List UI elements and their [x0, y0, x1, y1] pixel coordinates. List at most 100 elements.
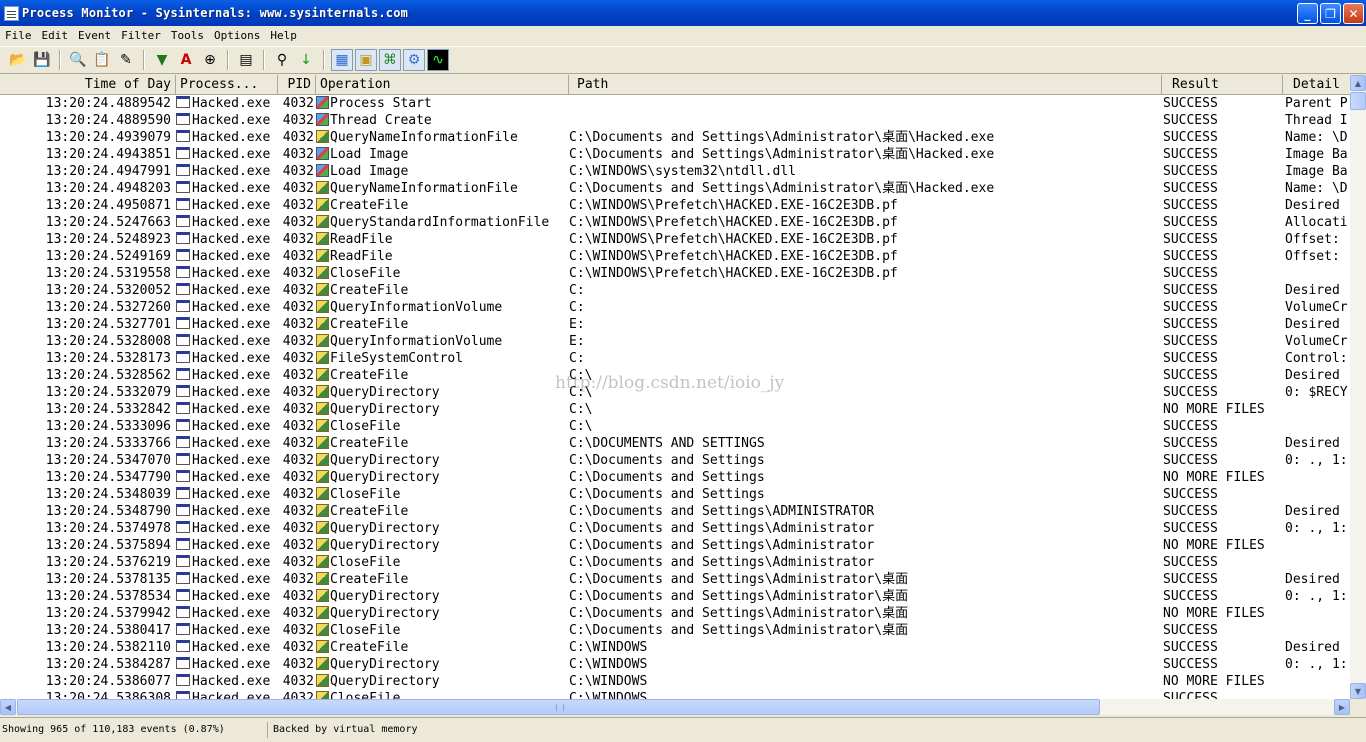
cell-detail — [1285, 418, 1350, 435]
table-row[interactable]: 13:20:24.5380417 Hacked.exe 4032 CloseFile C… — [0, 622, 1350, 639]
menu-edit[interactable]: Edit — [37, 26, 74, 46]
cell-result: NO MORE FILES — [1163, 674, 1265, 689]
title-bar[interactable]: Process Monitor - Sysinternals: www.sysi… — [0, 0, 1366, 26]
table-row[interactable]: 13:20:24.5386077 Hacked.exe 4032 QueryDirec… — [0, 673, 1350, 690]
cell-operation: QueryDirectory — [316, 656, 566, 673]
cell-pid: 4032 — [282, 334, 314, 349]
cell-detail: Image Ba — [1285, 164, 1348, 179]
scroll-right-arrow-icon[interactable]: ▶ — [1334, 699, 1350, 715]
network-icon[interactable]: ⌘ — [379, 49, 401, 71]
clear-icon[interactable]: ✎ — [115, 49, 137, 71]
col-result[interactable]: Result — [1162, 75, 1283, 95]
cell-result: NO MORE FILES — [1163, 538, 1265, 553]
col-process-name[interactable]: Process... — [176, 75, 278, 95]
cell-path: C:\Documents and Settings — [569, 453, 765, 468]
autoscroll-icon[interactable]: 📋 — [91, 49, 113, 71]
table-row[interactable]: 13:20:24.5328008 Hacked.exe 4032 QueryInfor… — [0, 333, 1350, 350]
table-row[interactable]: 13:20:24.4889542 Hacked.exe 4032 Process St… — [0, 95, 1350, 112]
table-row[interactable]: 13:20:24.5347790 Hacked.exe 4032 QueryDirec… — [0, 469, 1350, 486]
table-row[interactable]: 13:20:24.5319558 Hacked.exe 4032 CloseFile C… — [0, 265, 1350, 282]
save-icon[interactable]: 💾 — [31, 49, 53, 71]
col-path[interactable]: Path — [569, 75, 1162, 95]
cell-detail — [1285, 554, 1350, 571]
process-window-icon — [176, 147, 190, 159]
table-row[interactable]: 13:20:24.4943851 Hacked.exe 4032 Load Image… — [0, 146, 1350, 163]
close-button[interactable]: ✕ — [1343, 3, 1364, 24]
menu-event[interactable]: Event — [73, 26, 116, 46]
table-row[interactable]: 13:20:24.5328173 Hacked.exe 4032 FileSystem… — [0, 350, 1350, 367]
horizontal-scrollbar[interactable]: ◀ ▶ — [0, 699, 1350, 715]
table-row[interactable]: 13:20:24.5378534 Hacked.exe 4032 QueryDirec… — [0, 588, 1350, 605]
table-row[interactable]: 13:20:24.5376219 Hacked.exe 4032 CloseFile C… — [0, 554, 1350, 571]
process-thread-icon[interactable]: ⚙ — [403, 49, 425, 71]
table-row[interactable]: 13:20:24.5348790 Hacked.exe 4032 CreateFile… — [0, 503, 1350, 520]
menu-help[interactable]: Help — [265, 26, 302, 46]
table-row[interactable]: 13:20:24.5374978 Hacked.exe 4032 QueryDirec… — [0, 520, 1350, 537]
table-row[interactable]: 13:20:24.5327701 Hacked.exe 4032 CreateFile… — [0, 316, 1350, 333]
cell-process: Hacked.exe — [176, 146, 278, 163]
find-icon[interactable]: ⚲ — [271, 49, 293, 71]
target-icon[interactable]: ⊕ — [199, 49, 221, 71]
filesystem-activity-icon — [316, 623, 329, 636]
filesystem-activity-icon — [316, 385, 329, 398]
menu-options[interactable]: Options — [209, 26, 265, 46]
table-row[interactable]: 13:20:24.4939079 Hacked.exe 4032 QueryNameI… — [0, 129, 1350, 146]
table-row[interactable]: 13:20:24.5379942 Hacked.exe 4032 QueryDirec… — [0, 605, 1350, 622]
table-row[interactable]: 13:20:24.4889590 Hacked.exe 4032 Thread Cre… — [0, 112, 1350, 129]
table-row[interactable]: 13:20:24.4950871 Hacked.exe 4032 CreateFile… — [0, 197, 1350, 214]
process-window-icon — [176, 402, 190, 414]
next-icon[interactable]: ↓ — [295, 49, 317, 71]
table-row[interactable]: 13:20:24.5382110 Hacked.exe 4032 CreateFile… — [0, 639, 1350, 656]
event-grid[interactable]: 13:20:24.4889542 Hacked.exe 4032 Process St… — [0, 95, 1350, 699]
cell-path: C:\Documents and Settings — [569, 470, 765, 485]
cell-process: Hacked.exe — [176, 469, 278, 486]
cell-process: Hacked.exe — [176, 605, 278, 622]
table-row[interactable]: 13:20:24.5378135 Hacked.exe 4032 CreateFile… — [0, 571, 1350, 588]
cell-detail: 0: ., 1: — [1285, 657, 1348, 672]
cell-operation-name: CreateFile — [330, 283, 409, 298]
table-row[interactable]: 13:20:24.5384287 Hacked.exe 4032 QueryDirec… — [0, 656, 1350, 673]
jump-icon[interactable]: ▤ — [235, 49, 257, 71]
scroll-up-arrow-icon[interactable]: ▲ — [1350, 75, 1366, 91]
vertical-scroll-thumb[interactable] — [1350, 92, 1366, 110]
vertical-scrollbar[interactable]: ▲ ▼ — [1350, 75, 1366, 699]
horizontal-scroll-thumb[interactable] — [17, 699, 1100, 715]
maximize-button[interactable]: ❐ — [1320, 3, 1341, 24]
filter-icon[interactable]: ▼ — [151, 49, 173, 71]
table-row[interactable]: 13:20:24.5375894 Hacked.exe 4032 QueryDirec… — [0, 537, 1350, 554]
cell-detail — [1285, 690, 1350, 699]
table-row[interactable]: 13:20:24.5248923 Hacked.exe 4032 ReadFile C:… — [0, 231, 1350, 248]
cell-process-name: Hacked.exe — [192, 402, 271, 417]
table-row[interactable]: 13:20:24.5347070 Hacked.exe 4032 QueryDirec… — [0, 452, 1350, 469]
col-time-of-day[interactable]: Time of Day — [0, 75, 176, 95]
col-pid[interactable]: PID — [278, 75, 316, 95]
magnify-icon[interactable]: 🔍 — [67, 49, 89, 71]
profiling-icon[interactable]: ∿ — [427, 49, 449, 71]
table-row[interactable]: 13:20:24.5386308 Hacked.exe 4032 CloseFile C… — [0, 690, 1350, 699]
cell-result: SUCCESS — [1163, 521, 1218, 536]
col-operation[interactable]: Operation — [316, 75, 569, 95]
table-row[interactable]: 13:20:24.5327260 Hacked.exe 4032 QueryInfor… — [0, 299, 1350, 316]
menu-file[interactable]: File — [0, 26, 37, 46]
scroll-left-arrow-icon[interactable]: ◀ — [0, 699, 16, 715]
table-row[interactable]: 13:20:24.4948203 Hacked.exe 4032 QueryNameI… — [0, 180, 1350, 197]
filesystem-activity-icon — [316, 691, 329, 699]
table-row[interactable]: 13:20:24.4947991 Hacked.exe 4032 Load Image… — [0, 163, 1350, 180]
minimize-button[interactable]: _ — [1297, 3, 1318, 24]
registry-icon[interactable]: ▦ — [331, 49, 353, 71]
table-row[interactable]: 13:20:24.5348039 Hacked.exe 4032 CloseFile C… — [0, 486, 1350, 503]
table-row[interactable]: 13:20:24.5320052 Hacked.exe 4032 CreateFile… — [0, 282, 1350, 299]
filesystem-icon[interactable]: ▣ — [355, 49, 377, 71]
highlight-icon[interactable]: A — [175, 49, 197, 71]
table-row[interactable]: 13:20:24.5333096 Hacked.exe 4032 CloseFile C… — [0, 418, 1350, 435]
table-row[interactable]: 13:20:24.5333766 Hacked.exe 4032 CreateFile… — [0, 435, 1350, 452]
table-row[interactable]: 13:20:24.5249169 Hacked.exe 4032 ReadFile C:… — [0, 248, 1350, 265]
open-icon[interactable]: 📂 — [7, 49, 29, 71]
col-detail[interactable]: Detail — [1283, 75, 1350, 95]
table-row[interactable]: 13:20:24.5332842 Hacked.exe 4032 QueryDirec… — [0, 401, 1350, 418]
scroll-down-arrow-icon[interactable]: ▼ — [1350, 683, 1366, 699]
menu-tools[interactable]: Tools — [166, 26, 209, 46]
menu-filter[interactable]: Filter — [116, 26, 166, 46]
cell-operation: QueryNameInformationFile — [316, 129, 566, 146]
table-row[interactable]: 13:20:24.5247663 Hacked.exe 4032 QueryStand… — [0, 214, 1350, 231]
